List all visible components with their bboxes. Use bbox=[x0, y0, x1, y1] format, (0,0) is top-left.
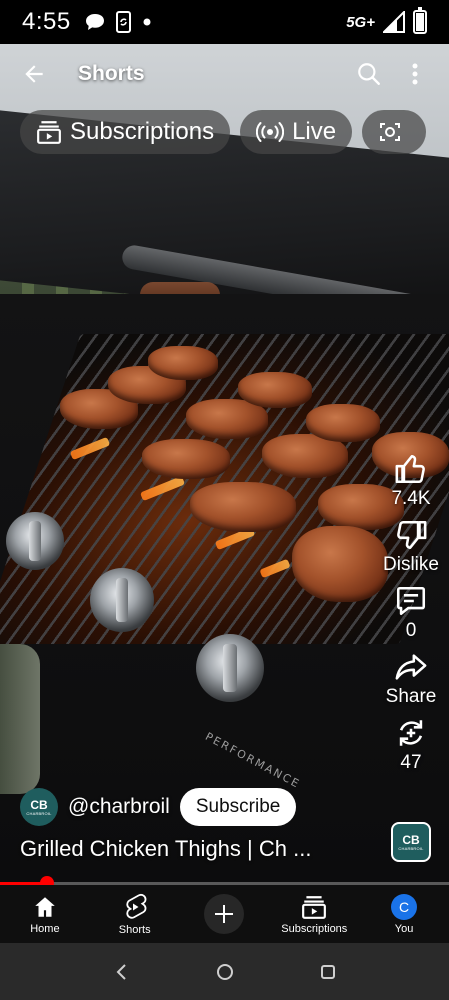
avatar: C bbox=[391, 893, 418, 920]
chip-label: Live bbox=[292, 118, 337, 145]
avatar-subtext: CHARBROIL bbox=[26, 810, 52, 816]
sound-thumb-subtext: CHARBROIL bbox=[398, 845, 424, 851]
chip-lens[interactable] bbox=[362, 110, 427, 154]
chicken-thigh bbox=[238, 372, 312, 408]
channel-avatar[interactable]: CB CHARBROIL bbox=[20, 788, 58, 826]
dislike-label: Dislike bbox=[383, 554, 439, 575]
system-home-button[interactable] bbox=[205, 952, 245, 992]
square-recents-icon bbox=[320, 964, 335, 979]
grill-knob bbox=[90, 568, 154, 632]
chat-bubble-icon bbox=[85, 14, 104, 30]
chicken-thigh bbox=[306, 404, 380, 442]
nav-label: You bbox=[394, 922, 414, 935]
phone-sync-icon bbox=[115, 11, 131, 33]
nav-shorts[interactable]: Shorts bbox=[90, 885, 180, 943]
create-button[interactable] bbox=[204, 894, 245, 934]
comment-icon bbox=[396, 586, 426, 616]
like-count: 7.4K bbox=[391, 488, 431, 509]
comments-button[interactable]: 0 bbox=[394, 584, 428, 642]
remix-icon bbox=[399, 720, 423, 746]
dislike-button[interactable]: Dislike bbox=[383, 518, 439, 576]
sound-thumbnail[interactable]: CB CHARBROIL bbox=[391, 822, 431, 862]
search-button[interactable] bbox=[349, 54, 389, 94]
battery-icon bbox=[413, 7, 427, 34]
nav-home[interactable]: Home bbox=[0, 885, 90, 943]
chicken-thigh bbox=[292, 526, 388, 602]
system-status: 5G+ bbox=[346, 7, 427, 34]
share-button[interactable]: Share bbox=[385, 650, 437, 708]
grill-knob bbox=[6, 512, 64, 570]
avatar-mark: CB bbox=[30, 797, 48, 812]
chevron-left-icon bbox=[116, 963, 126, 980]
lens-icon bbox=[380, 123, 401, 141]
nav-label: Shorts bbox=[118, 923, 151, 936]
remix-button[interactable]: 47 bbox=[394, 716, 428, 774]
system-recents-button[interactable] bbox=[308, 952, 348, 992]
thumbs-down-icon bbox=[397, 520, 427, 550]
system-navigation-bar bbox=[0, 943, 449, 1000]
chicken-thigh bbox=[190, 482, 296, 532]
action-rail: 7.4K Dislike 0 Share 47 bbox=[379, 452, 443, 774]
chip-label: Subscriptions bbox=[70, 118, 215, 145]
more-options-button[interactable] bbox=[395, 54, 435, 94]
plus-icon bbox=[215, 905, 234, 923]
more-vert-icon bbox=[412, 63, 418, 85]
propane-tank bbox=[0, 644, 40, 794]
grill-knob bbox=[196, 634, 264, 702]
like-button[interactable]: 7.4K bbox=[391, 452, 431, 510]
sound-thumb-mark: CB bbox=[402, 832, 420, 847]
filter-chips: Subscriptions Live bbox=[20, 110, 449, 154]
chicken-thigh bbox=[142, 439, 230, 479]
channel-row: CB CHARBROIL @charbroil Subscribe bbox=[20, 788, 297, 826]
notification-icons bbox=[85, 11, 151, 33]
channel-handle[interactable]: @charbroil bbox=[68, 795, 170, 819]
status-time: 4:55 bbox=[22, 8, 71, 35]
share-icon bbox=[395, 654, 427, 680]
remix-count: 47 bbox=[400, 752, 422, 773]
live-icon bbox=[256, 122, 285, 142]
dot-icon bbox=[143, 18, 151, 26]
circle-home-icon bbox=[216, 963, 233, 980]
subscriptions-icon bbox=[37, 121, 61, 144]
search-icon bbox=[358, 63, 380, 85]
bottom-navigation: Home Shorts Subscriptions C You bbox=[0, 885, 449, 943]
status-bar: 4:55 5G+ bbox=[0, 0, 449, 44]
subscriptions-icon bbox=[302, 895, 327, 919]
subscribe-button[interactable]: Subscribe bbox=[179, 788, 297, 826]
back-button[interactable] bbox=[14, 54, 54, 94]
chicken-thigh bbox=[148, 346, 218, 380]
nav-subscriptions[interactable]: Subscriptions bbox=[269, 885, 359, 943]
shorts-icon bbox=[126, 893, 147, 919]
nav-label: Home bbox=[30, 922, 60, 935]
home-icon bbox=[35, 896, 55, 917]
nav-create[interactable] bbox=[180, 885, 270, 943]
network-type: 5G+ bbox=[346, 13, 375, 31]
system-back-button[interactable] bbox=[102, 952, 142, 992]
page-title: Shorts bbox=[78, 62, 145, 85]
thumbs-up-icon bbox=[395, 454, 425, 484]
comments-count: 0 bbox=[405, 620, 417, 641]
arrow-left-icon bbox=[25, 65, 43, 83]
nav-you[interactable]: C You bbox=[359, 885, 449, 943]
nav-label: Subscriptions bbox=[281, 922, 348, 935]
signal-icon bbox=[383, 11, 405, 33]
chip-subscriptions[interactable]: Subscriptions bbox=[20, 110, 231, 154]
chip-live[interactable]: Live bbox=[240, 110, 353, 154]
video-title[interactable]: Grilled Chicken Thighs | Ch ... bbox=[20, 836, 370, 862]
share-label: Share bbox=[385, 686, 437, 707]
top-app-bar: Shorts bbox=[0, 44, 449, 104]
